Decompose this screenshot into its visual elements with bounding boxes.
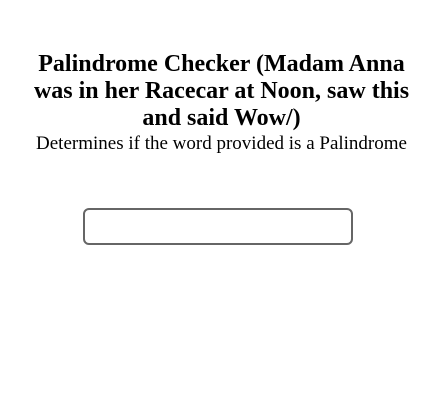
word-input[interactable] xyxy=(83,208,353,245)
palindrome-checker-page: Palindrome Checker (Madam Anna was in he… xyxy=(0,0,443,410)
page-title: Palindrome Checker (Madam Anna was in he… xyxy=(33,51,410,131)
page-subtitle: Determines if the word provided is a Pal… xyxy=(36,133,407,154)
